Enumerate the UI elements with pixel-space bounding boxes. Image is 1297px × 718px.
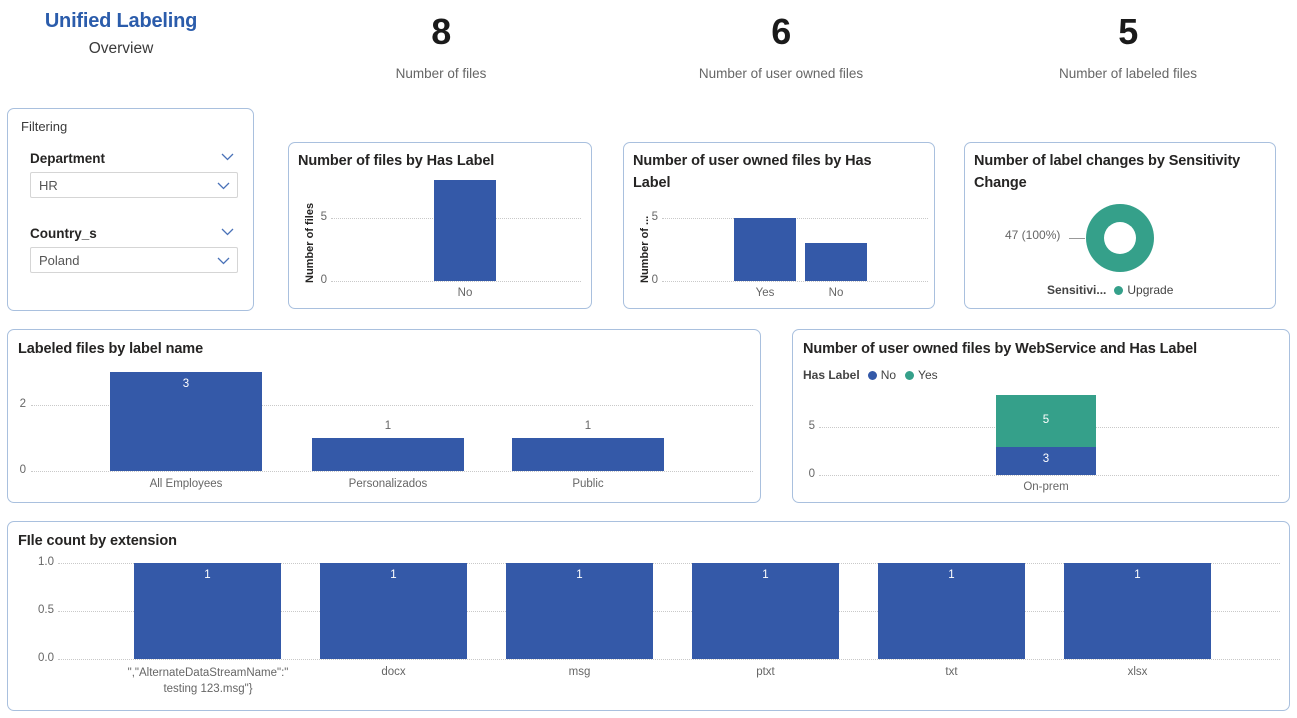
chevron-down-icon[interactable] (221, 153, 234, 161)
bar[interactable] (312, 438, 464, 471)
chart-title: Number of user owned files by Has Label (633, 153, 872, 192)
filtering-panel: Filtering Department HR Country_s Poland (7, 108, 254, 311)
donut-data-label: 47 (100%) (1005, 228, 1061, 242)
y-tick-label: 5 (320, 211, 327, 223)
x-category-label: msg (568, 666, 591, 678)
bar-data-label: 1 (390, 569, 397, 581)
chart-title: Number of files by Has Label (298, 153, 495, 169)
bar[interactable] (805, 243, 867, 281)
y-tick-label: 2 (19, 398, 26, 410)
x-category-label: Yes (755, 287, 775, 299)
y-tick-label: 0 (19, 464, 26, 476)
bar-data-label: 1 (584, 420, 592, 432)
chart-card-labeled-files-by-label-name: Labeled files by label name 2 0 3 All Em… (7, 329, 761, 503)
legend-color-swatch-icon (1114, 285, 1124, 295)
legend-item-yes[interactable]: Yes (905, 368, 938, 382)
legend-color-swatch-icon (905, 370, 915, 380)
legend-label: No (880, 368, 897, 382)
bar-data-label: 1 (762, 569, 769, 581)
kpi-label: Number of files (395, 66, 487, 81)
legend-title: Sensitivi... (1047, 283, 1107, 297)
slicer-label: Country_s (30, 226, 97, 241)
x-category-label: No (457, 287, 473, 299)
chevron-down-icon[interactable] (217, 182, 230, 190)
kpi-card-number-of-files[interactable]: 8 Number of files (301, 11, 581, 82)
slicer-value: HR (39, 178, 58, 193)
gridline (31, 471, 753, 472)
stacked-legend: Has Label No Yes (803, 368, 947, 382)
bar-data-label: 1 (204, 569, 211, 581)
legend-label: Yes (918, 368, 938, 382)
legend-title: Has Label (803, 368, 860, 382)
y-tick-label: 0.5 (38, 604, 54, 616)
donut-hole (1104, 222, 1136, 254)
chart-card-files-by-has-label: Number of files by Has Label Number of f… (288, 142, 592, 309)
bar-data-label: 1 (1134, 569, 1141, 581)
kpi-card-number-of-user-owned-files[interactable]: 6 Number of user owned files (641, 11, 921, 82)
x-category-label: No (828, 287, 844, 299)
y-tick-label: 5 (808, 420, 815, 432)
x-category-label: Personalizados (348, 478, 428, 490)
chart-title: Number of user owned files by WebService… (803, 341, 1198, 357)
slicer-value: Poland (39, 253, 80, 268)
page-title: Unified Labeling (44, 10, 198, 32)
gridline (58, 659, 1280, 660)
chart-title: Number of label changes by Sensitivity C… (974, 153, 1241, 192)
page-subtitle: Overview (88, 40, 154, 57)
bar-data-label: 1 (384, 420, 392, 432)
x-category-label: On-prem (1023, 481, 1069, 493)
slicer-dropdown-department[interactable]: HR (30, 172, 238, 198)
gridline (331, 281, 581, 282)
kpi-card-number-of-labeled-files[interactable]: 5 Number of labeled files (988, 11, 1268, 82)
chart-card-user-owned-by-has-label: Number of user owned files by Has Label … (623, 142, 935, 309)
x-category-label: ","AlternateDataStreamName":" testing 12… (127, 667, 289, 695)
slicer-label: Department (30, 151, 106, 166)
legend-color-swatch-icon (867, 370, 877, 380)
chevron-down-icon[interactable] (217, 257, 230, 265)
y-axis-title: Number of ... (639, 215, 651, 283)
x-category-label: xlsx (1127, 666, 1148, 678)
x-category-label: txt (945, 666, 958, 678)
x-category-label: docx (381, 666, 406, 678)
legend-item-no[interactable]: No (867, 368, 897, 382)
donut-leader-line (1069, 238, 1085, 239)
y-tick-label: 1.0 (38, 556, 54, 568)
y-tick-label: 0 (320, 274, 327, 286)
bar[interactable] (512, 438, 664, 471)
y-tick-label: 0 (651, 274, 658, 286)
bar[interactable] (734, 218, 796, 281)
chart-title: Labeled files by label name (18, 341, 204, 357)
bar-data-label: 5 (1042, 414, 1050, 426)
bar[interactable] (434, 180, 496, 281)
bar-data-label: 1 (948, 569, 955, 581)
kpi-label: Number of labeled files (1058, 66, 1198, 81)
gridline (819, 475, 1279, 476)
x-category-label: ptxt (756, 666, 775, 678)
x-category-label: Public (572, 478, 604, 490)
y-tick-label: 0 (808, 468, 815, 480)
bar-data-label: 3 (182, 378, 190, 390)
y-tick-label: 0.0 (38, 652, 54, 664)
chevron-down-icon[interactable] (221, 228, 234, 236)
filtering-heading: Filtering (21, 119, 68, 134)
donut-chart-slice-upgrade[interactable] (1086, 204, 1154, 272)
chart-card-user-owned-by-webservice: Number of user owned files by WebService… (792, 329, 1290, 503)
kpi-value: 6 (771, 11, 791, 52)
legend-label: Upgrade (1127, 283, 1174, 297)
slicer-dropdown-country[interactable]: Poland (30, 247, 238, 273)
gridline (662, 281, 928, 282)
y-tick-label: 5 (651, 211, 658, 223)
kpi-value: 8 (431, 11, 451, 52)
bar-data-label: 3 (1042, 453, 1050, 465)
x-category-label: All Employees (149, 478, 223, 490)
chart-card-file-count-by-extension: FIle count by extension 1.0 0.5 0.0 1 ",… (7, 521, 1290, 711)
legend-item-upgrade[interactable]: Upgrade (1114, 283, 1173, 297)
chart-title: FIle count by extension (18, 533, 177, 549)
bar-data-label: 1 (576, 569, 583, 581)
kpi-value: 5 (1118, 11, 1138, 52)
donut-legend: Sensitivi... Upgrade (1047, 283, 1182, 297)
kpi-label: Number of user owned files (698, 66, 864, 81)
